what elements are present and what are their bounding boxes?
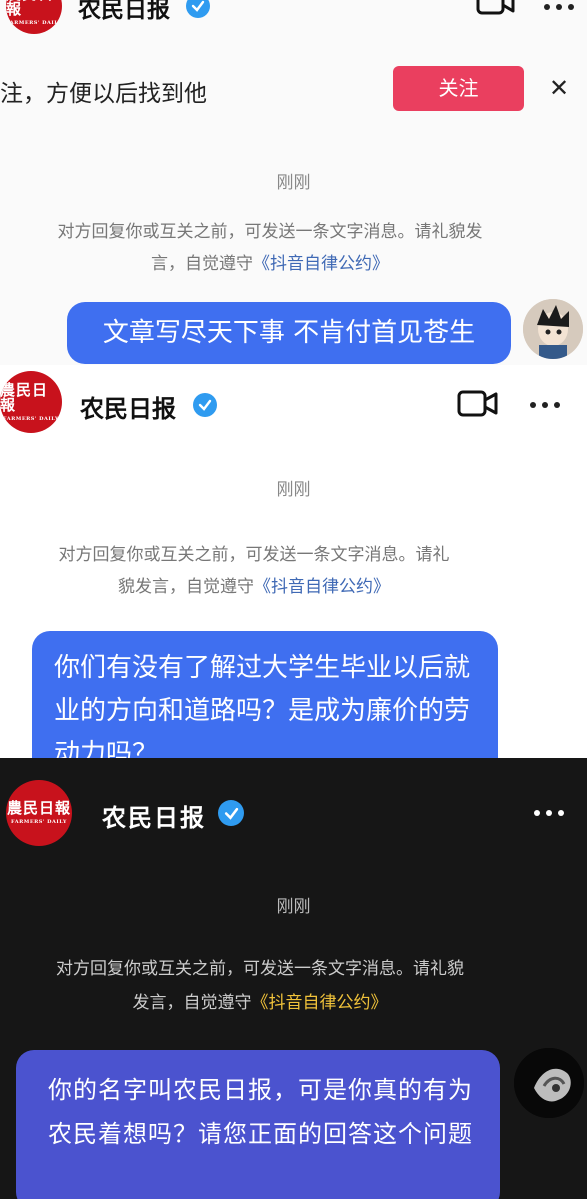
- notice-text: 言，自觉遵守: [151, 254, 253, 274]
- notice-line: 言，自觉遵守《抖音自律公约》: [0, 248, 540, 280]
- channel-name: 农民日报: [80, 395, 176, 423]
- notice-line: 发言，自觉遵守《抖音自律公约》: [0, 986, 520, 1020]
- verified-icon: [193, 393, 217, 417]
- verified-icon: [186, 0, 210, 18]
- channel-name: 农民日报: [78, 0, 170, 23]
- middle-chat-panel: 農民日報 FARMERS' DAILY 农民日报 刚刚 对方回复你或互关之前，可…: [0, 365, 587, 758]
- notice-line: 对方回复你或互关之前，可发送一条文字消息。请礼: [58, 545, 450, 565]
- more-icon[interactable]: [534, 810, 564, 816]
- message-text: 你的名字叫农民日报，可是你真的有为农民着想吗？请您正面的回答这个问题: [48, 1076, 473, 1148]
- more-icon[interactable]: [544, 4, 574, 10]
- video-call-icon[interactable]: [457, 389, 499, 423]
- follow-prompt: 注，方便以后找到他: [0, 81, 207, 107]
- message-bubble[interactable]: 文章写尽天下事 不肯付首见苍生: [67, 302, 511, 364]
- send-notice: 对方回复你或互关之前，可发送一条文字消息。请礼貌 发言，自觉遵守《抖音自律公约》: [0, 952, 520, 1020]
- send-notice: 对方回复你或互关之前，可发送一条文字消息。请礼貌发 言，自觉遵守《抖音自律公约》: [0, 216, 540, 280]
- more-icon[interactable]: [530, 402, 560, 408]
- logo-subtext: FARMERS' DAILY: [3, 415, 59, 422]
- timestamp: 刚刚: [276, 897, 311, 917]
- timestamp: 刚刚: [276, 480, 311, 500]
- message-text: 你们有没有了解过大学生毕业以后就业的方向和道路吗？是成为廉价的劳动力吗？: [54, 653, 471, 758]
- channel-avatar[interactable]: 農民日報 FARMERS' DAILY: [0, 371, 62, 433]
- notice-line: 对方回复你或互关之前，可发送一条文字消息。请礼貌发: [57, 222, 483, 242]
- message-text: 文章写尽天下事 不肯付首见苍生: [102, 318, 476, 348]
- user-avatar[interactable]: [514, 1048, 584, 1118]
- notice-text: 貌发言，自觉遵守: [118, 577, 254, 597]
- top-chat-panel: 農民日報 FARMERS' DAILY 农民日报 注，方便以后找到他 关注 ✕ …: [0, 0, 587, 365]
- channel-name: 农民日报: [102, 803, 206, 832]
- channel-avatar[interactable]: 農民日報 FARMERS' DAILY: [6, 0, 62, 34]
- logo-text: 農民日報: [6, 0, 53, 18]
- logo-text: 農民日報: [6, 799, 71, 817]
- verified-icon: [218, 800, 244, 826]
- timestamp: 刚刚: [276, 173, 311, 193]
- convention-link[interactable]: 《抖音自律公约》: [253, 254, 389, 274]
- notice-text: 发言，自觉遵守: [132, 993, 252, 1013]
- convention-link[interactable]: 《抖音自律公约》: [254, 577, 390, 597]
- bottom-chat-panel: 農民日報 FARMERS' DAILY 农民日报 刚刚 对方回复你或互关之前，可…: [0, 758, 587, 1199]
- message-bubble[interactable]: 你们有没有了解过大学生毕业以后就业的方向和道路吗？是成为廉价的劳动力吗？: [32, 631, 498, 758]
- logo-text: 農民日報: [0, 380, 49, 414]
- user-avatar[interactable]: [523, 299, 583, 359]
- send-notice: 对方回复你或互关之前，可发送一条文字消息。请礼 貌发言，自觉遵守《抖音自律公约》: [0, 539, 508, 603]
- close-icon[interactable]: ✕: [549, 74, 569, 102]
- logo-subtext: FARMERS' DAILY: [11, 819, 67, 825]
- logo-subtext: FARMERS' DAILY: [6, 19, 62, 26]
- convention-link[interactable]: 《抖音自律公约》: [252, 993, 388, 1013]
- follow-button[interactable]: 关注: [393, 66, 524, 111]
- notice-line: 对方回复你或互关之前，可发送一条文字消息。请礼貌: [56, 959, 464, 979]
- notice-line: 貌发言，自觉遵守《抖音自律公约》: [0, 571, 508, 603]
- video-call-icon[interactable]: [476, 0, 516, 22]
- channel-avatar[interactable]: 農民日報 FARMERS' DAILY: [6, 780, 72, 846]
- message-bubble[interactable]: 你的名字叫农民日报，可是你真的有为农民着想吗？请您正面的回答这个问题: [16, 1050, 500, 1199]
